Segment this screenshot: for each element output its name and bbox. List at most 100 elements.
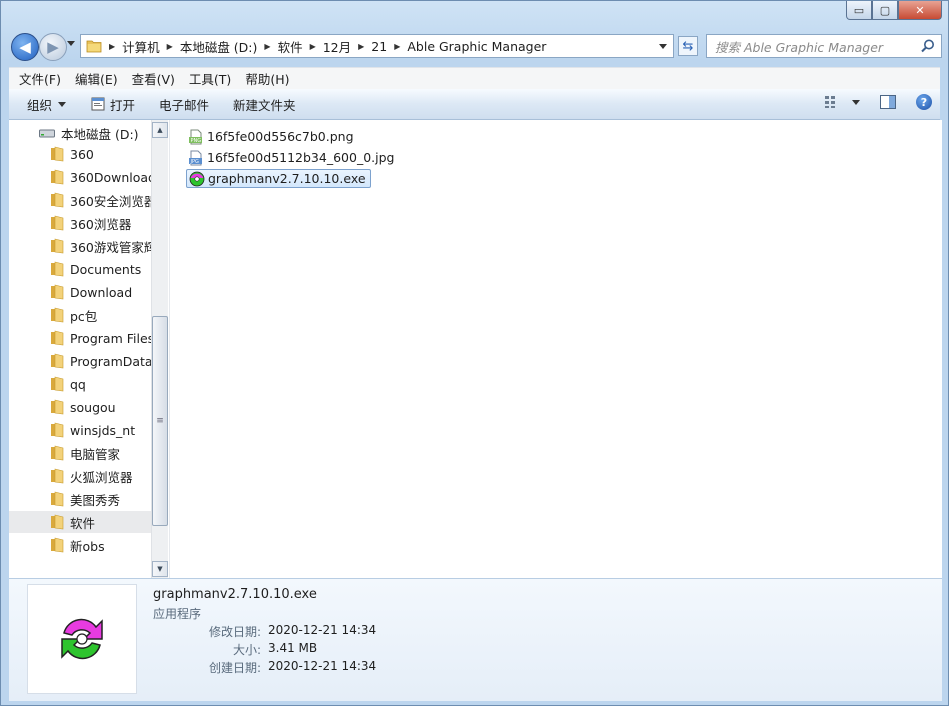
- modified-label: 修改日期:: [208, 625, 261, 639]
- file-list-item[interactable]: PNG 16f5fe00d556c7b0.png: [186, 127, 358, 146]
- new-folder-label: 新建文件夹: [233, 97, 296, 113]
- email-label: 电子邮件: [159, 97, 210, 113]
- open-label: 打开: [110, 97, 136, 113]
- tree-item-folder[interactable]: 360Download: [9, 166, 151, 188]
- open-button[interactable]: 打开: [90, 95, 135, 114]
- folder-icon: [51, 422, 64, 438]
- preview-pane-icon: [880, 95, 896, 109]
- organize-label: 组织: [27, 97, 53, 113]
- address-history-dropdown[interactable]: [659, 44, 667, 49]
- details-file-type: 应用程序: [153, 607, 202, 621]
- tree-item-folder[interactable]: Download: [9, 281, 151, 303]
- file-list-item[interactable]: JPG 16f5fe00d5112b34_600_0.jpg: [186, 148, 398, 167]
- tree-item-folder[interactable]: ProgramData: [9, 350, 151, 372]
- file-thumbnail: [27, 584, 137, 694]
- chevron-down-icon[interactable]: [852, 99, 860, 105]
- explorer-window: ▭ ▢ ✕ ◀ ▶ ▶ 计算机 ▶ 本地磁盘 (D:) ▶ 软件 ▶ 12月 ▶…: [0, 0, 949, 706]
- tree-item-label: 360游戏管家辉: [70, 239, 151, 255]
- chevron-right-icon[interactable]: ▶: [358, 42, 364, 51]
- crumb-day[interactable]: 21: [371, 39, 387, 54]
- tree-item-folder[interactable]: 360: [9, 143, 151, 165]
- png-file-icon: PNG: [189, 129, 202, 144]
- recent-pages-dropdown[interactable]: [67, 41, 75, 46]
- folder-icon: [51, 491, 64, 507]
- chevron-down-icon: [58, 101, 67, 107]
- folder-icon: [51, 330, 64, 346]
- tree-item-label: 美图秀秀: [70, 492, 121, 508]
- tree-scrollbar[interactable]: ▲ ≡ ▼: [151, 120, 168, 578]
- tree-item-label: 本地磁盘 (D:): [61, 126, 139, 142]
- tree-item-folder[interactable]: 360安全浏览器: [9, 189, 151, 211]
- command-bar: 组织 打开 电子邮件 新建文件夹 ?: [9, 89, 940, 120]
- change-view-button[interactable]: [824, 95, 860, 109]
- tree-item-label: qq: [70, 376, 86, 392]
- search-placeholder[interactable]: 搜索 Able Graphic Manager: [715, 37, 883, 56]
- svg-text:PNG: PNG: [191, 138, 202, 144]
- menu-tools[interactable]: 工具(T): [189, 69, 231, 88]
- tree-item-folder[interactable]: pc包: [9, 304, 151, 326]
- forward-button[interactable]: ▶: [39, 33, 67, 61]
- menu-edit[interactable]: 编辑(E): [75, 69, 118, 88]
- refresh-icon: ⇆: [682, 38, 694, 54]
- chevron-right-icon[interactable]: ▶: [109, 42, 115, 51]
- folder-icon: [51, 353, 64, 369]
- folder-icon: [51, 192, 64, 208]
- tree-item-label: 360Download: [70, 169, 151, 185]
- open-icon: [91, 97, 105, 111]
- tree-item-label: winsjds_nt: [70, 422, 136, 438]
- menu-help[interactable]: 帮助(H): [245, 69, 289, 88]
- file-list-item[interactable]: graphmanv2.7.10.10.exe: [186, 169, 371, 188]
- tree-item-folder[interactable]: 电脑管家: [9, 442, 151, 464]
- scroll-thumb[interactable]: ≡: [152, 316, 168, 526]
- crumb-software[interactable]: 软件: [278, 37, 303, 56]
- menu-view[interactable]: 查看(V): [132, 69, 175, 88]
- tree-item-folder[interactable]: 美图秀秀: [9, 488, 151, 510]
- view-controls: ?: [810, 94, 932, 110]
- tree-item-drive-d[interactable]: 本地磁盘 (D:): [9, 122, 151, 144]
- tree-item-folder[interactable]: sougou: [9, 396, 151, 418]
- crumb-computer[interactable]: 计算机: [122, 37, 160, 56]
- chevron-right-icon[interactable]: ▶: [310, 42, 316, 51]
- preview-pane-button[interactable]: [880, 95, 896, 109]
- scroll-down-button[interactable]: ▼: [152, 561, 168, 577]
- chevron-right-icon[interactable]: ▶: [264, 42, 270, 51]
- back-button[interactable]: ◀: [11, 33, 39, 61]
- organize-button[interactable]: 组织: [27, 95, 67, 114]
- tree-item-folder[interactable]: qq: [9, 373, 151, 395]
- search-icon[interactable]: [920, 38, 936, 54]
- search-box[interactable]: 搜索 Able Graphic Manager: [706, 34, 942, 58]
- email-button[interactable]: 电子邮件: [159, 95, 209, 114]
- file-name: graphmanv2.7.10.10.exe: [208, 171, 366, 186]
- chevron-right-icon[interactable]: ▶: [167, 42, 173, 51]
- scroll-up-button[interactable]: ▲: [152, 122, 168, 138]
- tree-item-folder[interactable]: 新obs: [9, 534, 151, 556]
- crumb-drive[interactable]: 本地磁盘 (D:): [180, 37, 258, 56]
- tree-item-folder[interactable]: Documents: [9, 258, 151, 280]
- main-content: 本地磁盘 (D:) 360 360Download 360安全浏览器 360浏览器 360…: [9, 120, 942, 578]
- tree-item-label: Program Files: [70, 330, 151, 346]
- address-bar[interactable]: ▶ 计算机 ▶ 本地磁盘 (D:) ▶ 软件 ▶ 12月 ▶ 21 ▶ Able…: [80, 34, 674, 58]
- chevron-right-icon[interactable]: ▶: [394, 42, 400, 51]
- tree-item-folder[interactable]: 360浏览器: [9, 212, 151, 234]
- tree-item-folder[interactable]: winsjds_nt: [9, 419, 151, 441]
- minimize-button[interactable]: ▭: [846, 1, 872, 20]
- file-name: 16f5fe00d556c7b0.png: [207, 129, 354, 144]
- details-pane: graphmanv2.7.10.10.exe 应用程序 修改日期: 2020-1…: [9, 578, 942, 701]
- tree-item-label: 360安全浏览器: [70, 193, 151, 209]
- new-folder-button[interactable]: 新建文件夹: [233, 95, 296, 114]
- crumb-month[interactable]: 12月: [323, 37, 351, 56]
- refresh-button[interactable]: ⇆: [678, 36, 698, 56]
- help-button[interactable]: ?: [916, 94, 932, 110]
- details-file-name: graphmanv2.7.10.10.exe: [153, 587, 317, 602]
- menu-file[interactable]: 文件(F): [19, 69, 61, 88]
- tree-item-label: Documents: [70, 261, 142, 277]
- crumb-current-folder[interactable]: Able Graphic Manager: [407, 39, 546, 54]
- tree-item-label: 火狐浏览器: [70, 469, 133, 485]
- maximize-button[interactable]: ▢: [872, 1, 898, 20]
- close-button[interactable]: ✕: [898, 1, 942, 20]
- tree-item-folder[interactable]: 360游戏管家辉: [9, 235, 151, 257]
- tree-item-folder[interactable]: 火狐浏览器: [9, 465, 151, 487]
- tree-item-label: 软件: [70, 515, 96, 531]
- tree-item-folder[interactable]: 软件: [9, 511, 151, 533]
- tree-item-folder[interactable]: Program Files: [9, 327, 151, 349]
